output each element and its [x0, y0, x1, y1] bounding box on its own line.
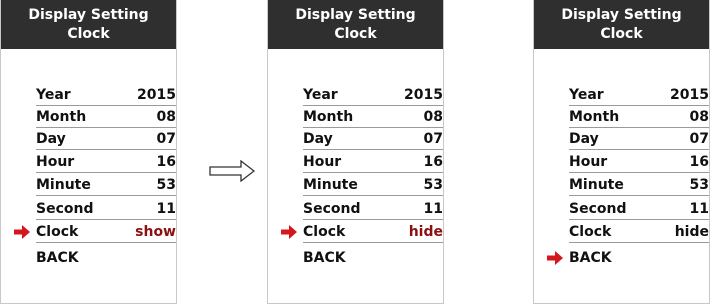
screen-panel-3: Display Setting Clock Year 2015 Month 08… — [533, 0, 710, 304]
row-value: 07 — [423, 131, 443, 147]
menu-row-clock[interactable]: Clock show — [14, 221, 176, 243]
row-label: Clock — [569, 224, 612, 240]
back-button[interactable]: BACK — [547, 247, 709, 269]
menu-row-minute[interactable]: Minute 53 — [303, 174, 443, 196]
row-label: BACK — [36, 250, 79, 266]
menu-row-day[interactable]: Day 07 — [569, 128, 709, 150]
header-title: Display Setting — [28, 7, 149, 23]
row-value: hide — [674, 224, 709, 240]
row-label: BACK — [303, 250, 346, 266]
screen-panel-2: Display Setting Clock Year 2015 Month 08… — [267, 0, 444, 304]
menu-row-month[interactable]: Month 08 — [303, 106, 443, 128]
row-label: Second — [569, 201, 627, 217]
back-button[interactable]: BACK — [36, 247, 176, 269]
row-label: Minute — [303, 177, 358, 193]
menu-row-second[interactable]: Second 11 — [303, 198, 443, 220]
row-label: Hour — [303, 154, 342, 170]
right-outline-arrow-icon — [209, 160, 255, 182]
menu-row-clock[interactable]: Clock hide — [281, 221, 443, 243]
row-value: 2015 — [670, 87, 709, 103]
menu-row-hour[interactable]: Hour 16 — [303, 151, 443, 173]
row-value: 53 — [423, 177, 443, 193]
row-value: 2015 — [137, 87, 176, 103]
row-label: Second — [303, 201, 361, 217]
menu-row-hour[interactable]: Hour 16 — [36, 151, 176, 173]
menu-row-day[interactable]: Day 07 — [303, 128, 443, 150]
menu-row-minute[interactable]: Minute 53 — [36, 174, 176, 196]
row-label: Month — [303, 109, 354, 125]
back-button[interactable]: BACK — [303, 247, 443, 269]
row-label: Minute — [569, 177, 624, 193]
selection-arrow-icon — [14, 225, 30, 239]
menu-row-clock[interactable]: Clock hide — [569, 221, 709, 243]
selection-arrow-icon — [281, 225, 297, 239]
row-value: 11 — [423, 201, 443, 217]
header-subtitle: Clock — [67, 26, 110, 42]
screen-header: Display Setting Clock — [268, 0, 443, 49]
menu-row-month[interactable]: Month 08 — [36, 106, 176, 128]
header-title: Display Setting — [295, 7, 416, 23]
row-label: Hour — [569, 154, 608, 170]
header-subtitle: Clock — [334, 26, 377, 42]
row-label: Year — [569, 87, 604, 103]
menu-row-year[interactable]: Year 2015 — [569, 84, 709, 106]
row-value: 16 — [156, 154, 176, 170]
menu-row-year[interactable]: Year 2015 — [36, 84, 176, 106]
menu-row-day[interactable]: Day 07 — [36, 128, 176, 150]
row-value: 16 — [689, 154, 709, 170]
row-label: Second — [36, 201, 94, 217]
row-label: Day — [303, 131, 333, 147]
row-value: 08 — [423, 109, 443, 125]
row-label: Day — [36, 131, 66, 147]
row-value: 07 — [689, 131, 709, 147]
row-value: 11 — [689, 201, 709, 217]
menu-row-hour[interactable]: Hour 16 — [569, 151, 709, 173]
header-title: Display Setting — [561, 7, 682, 23]
row-label: Clock — [36, 224, 79, 240]
menu-row-minute[interactable]: Minute 53 — [569, 174, 709, 196]
screen-header: Display Setting Clock — [1, 0, 176, 49]
menu-row-second[interactable]: Second 11 — [36, 198, 176, 220]
row-value: 53 — [689, 177, 709, 193]
row-label: Month — [569, 109, 620, 125]
row-label: Clock — [303, 224, 346, 240]
row-value: 11 — [156, 201, 176, 217]
menu-row-month[interactable]: Month 08 — [569, 106, 709, 128]
row-value: 08 — [689, 109, 709, 125]
row-label: Hour — [36, 154, 75, 170]
row-label: Year — [303, 87, 338, 103]
row-label: Minute — [36, 177, 91, 193]
row-value: hide — [408, 224, 443, 240]
row-label: Day — [569, 131, 599, 147]
menu-row-second[interactable]: Second 11 — [569, 198, 709, 220]
row-value: show — [135, 224, 176, 240]
screen-header: Display Setting Clock — [534, 0, 709, 49]
row-value: 07 — [156, 131, 176, 147]
row-label: BACK — [569, 250, 612, 266]
screen-panel-1: Display Setting Clock Year 2015 Month 08… — [0, 0, 177, 304]
row-value: 16 — [423, 154, 443, 170]
row-label: Year — [36, 87, 71, 103]
row-value: 08 — [156, 109, 176, 125]
row-value: 2015 — [404, 87, 443, 103]
header-subtitle: Clock — [600, 26, 643, 42]
row-value: 53 — [156, 177, 176, 193]
selection-arrow-icon — [547, 251, 563, 265]
row-label: Month — [36, 109, 87, 125]
menu-row-year[interactable]: Year 2015 — [303, 84, 443, 106]
